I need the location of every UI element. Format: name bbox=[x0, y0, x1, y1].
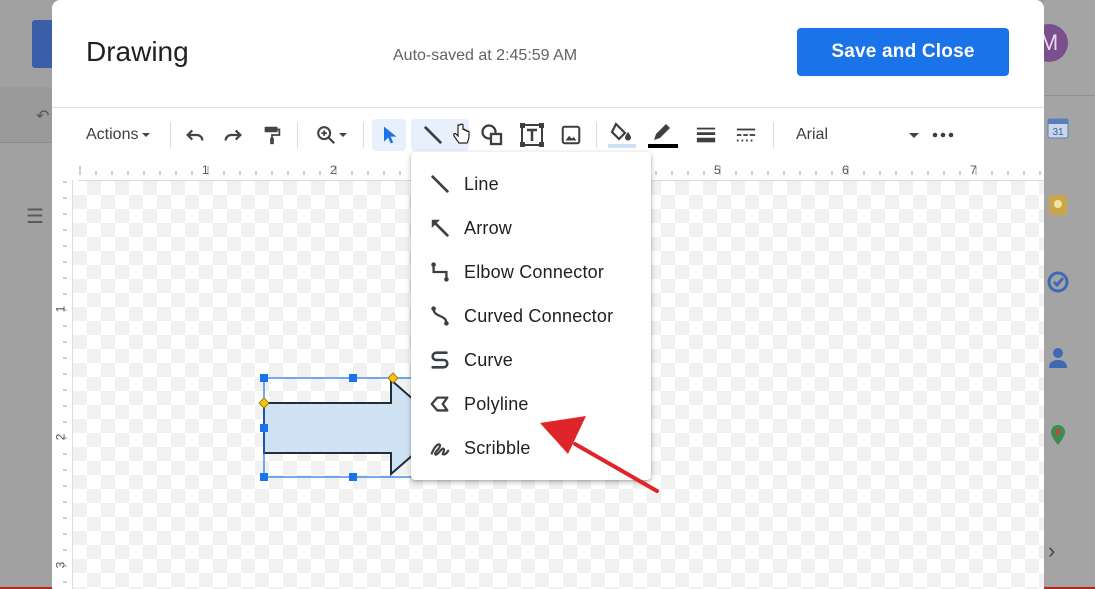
fill-color-icon bbox=[608, 122, 636, 148]
toolbar-separator bbox=[773, 122, 774, 148]
dialog-title: Drawing bbox=[86, 36, 189, 67]
zoom-icon bbox=[317, 126, 336, 145]
redo-icon bbox=[224, 129, 242, 141]
curved-connector-icon bbox=[428, 304, 452, 328]
resize-handle[interactable] bbox=[260, 473, 268, 481]
menu-item-label: Curve bbox=[464, 349, 514, 370]
docs-logo-icon bbox=[32, 20, 54, 68]
menu-item-label: Arrow bbox=[464, 217, 513, 238]
tasks-icon[interactable] bbox=[1046, 270, 1070, 294]
actions-label: Actions bbox=[86, 126, 139, 143]
more-options-button[interactable] bbox=[928, 119, 958, 151]
border-weight-button[interactable] bbox=[690, 119, 722, 151]
resize-handle[interactable] bbox=[260, 374, 268, 382]
border-dash-icon bbox=[736, 128, 756, 142]
select-cursor-icon bbox=[384, 126, 397, 144]
side-panel-divider bbox=[1044, 95, 1095, 96]
adjust-handle[interactable] bbox=[387, 372, 399, 384]
shape-icon bbox=[481, 124, 503, 146]
select-tool-button[interactable] bbox=[372, 119, 406, 151]
border-color-icon bbox=[648, 124, 678, 148]
resize-handle[interactable] bbox=[349, 374, 357, 382]
menu-item-scribble[interactable]: Scribble bbox=[411, 428, 651, 468]
caret-down-icon bbox=[142, 133, 151, 137]
menu-item-line[interactable]: Line bbox=[411, 164, 651, 204]
border-dash-button[interactable] bbox=[730, 119, 762, 151]
toolbar-separator bbox=[596, 122, 597, 148]
calendar-icon[interactable]: 31 bbox=[1046, 116, 1070, 140]
ruler-ticks bbox=[63, 181, 67, 583]
border-weight-icon bbox=[696, 127, 716, 143]
menu-item-label: Elbow Connector bbox=[464, 261, 605, 282]
menu-item-arrow[interactable]: Arrow bbox=[411, 208, 651, 248]
ruler-number: 2 bbox=[53, 433, 68, 441]
hand-cursor-icon bbox=[450, 119, 472, 151]
paint-format-icon bbox=[264, 126, 281, 145]
ruler-number: 2 bbox=[330, 163, 337, 177]
menu-item-curved-connector[interactable]: Curved Connector bbox=[411, 296, 651, 336]
menu-item-polyline[interactable]: Polyline bbox=[411, 384, 651, 424]
maps-icon[interactable] bbox=[1046, 423, 1070, 447]
resize-handle[interactable] bbox=[349, 473, 357, 481]
arrow-icon bbox=[428, 216, 452, 240]
fill-color-button[interactable] bbox=[606, 119, 638, 151]
undo-button[interactable] bbox=[180, 119, 210, 151]
save-and-close-button[interactable]: Save and Close bbox=[797, 28, 1009, 76]
line-icon bbox=[428, 172, 452, 196]
text-box-button[interactable] bbox=[515, 119, 549, 151]
undo-icon bbox=[186, 129, 204, 141]
image-icon bbox=[561, 125, 581, 145]
caret-down-icon bbox=[909, 133, 919, 138]
ruler-number: 6 bbox=[842, 163, 849, 177]
menu-item-elbow-connector[interactable]: Elbow Connector bbox=[411, 252, 651, 292]
keep-icon[interactable] bbox=[1046, 193, 1070, 217]
menu-item-label: Line bbox=[464, 173, 499, 194]
autosave-status: Auto-saved at 2:45:59 AM bbox=[393, 47, 578, 64]
actions-menu-button[interactable]: Actions bbox=[86, 119, 160, 151]
toolbar-separator bbox=[297, 122, 298, 148]
shape-tool-button[interactable] bbox=[476, 119, 508, 151]
line-tool-menu: Line Arrow Elbow Connector Curved Connec… bbox=[411, 152, 651, 480]
scribble-icon bbox=[428, 436, 452, 460]
border-color-button[interactable] bbox=[646, 119, 680, 151]
line-icon bbox=[424, 126, 442, 144]
menu-item-label: Polyline bbox=[464, 393, 529, 414]
toolbar-separator bbox=[363, 122, 364, 148]
ruler-vertical: 1 2 3 bbox=[52, 180, 73, 589]
polyline-icon bbox=[428, 392, 452, 416]
ruler-number: 3 bbox=[53, 561, 68, 569]
docs-side-panel bbox=[1044, 0, 1095, 589]
contacts-icon[interactable] bbox=[1046, 346, 1070, 370]
ruler-number: 1 bbox=[53, 305, 68, 313]
ruler-number: 5 bbox=[714, 163, 721, 177]
ruler-number: 7 bbox=[970, 163, 977, 177]
menu-item-label: Scribble bbox=[464, 437, 531, 458]
zoom-button[interactable] bbox=[308, 119, 356, 151]
caret-down-icon bbox=[339, 133, 347, 137]
calendar-day: 31 bbox=[1052, 127, 1064, 138]
image-button[interactable] bbox=[555, 119, 587, 151]
curve-icon bbox=[428, 348, 452, 372]
ruler-corner bbox=[52, 160, 78, 180]
font-select[interactable]: Arial bbox=[796, 119, 920, 151]
menu-item-label: Curved Connector bbox=[464, 305, 614, 326]
resize-handle[interactable] bbox=[260, 424, 268, 432]
more-horizontal-icon bbox=[932, 132, 954, 138]
paint-format-button[interactable] bbox=[256, 119, 288, 151]
toolbar-separator bbox=[170, 122, 171, 148]
undo-bg-icon: ↶ bbox=[36, 108, 50, 125]
chevron-right-icon[interactable]: › bbox=[1048, 538, 1055, 564]
text-box-icon bbox=[520, 123, 544, 147]
docs-left-area bbox=[0, 0, 52, 589]
elbow-connector-icon bbox=[428, 260, 452, 284]
menu-item-curve[interactable]: Curve bbox=[411, 340, 651, 380]
font-name: Arial bbox=[796, 126, 829, 143]
ruler-number: 1 bbox=[202, 163, 209, 177]
document-outline-icon: ☰ bbox=[26, 206, 44, 228]
redo-button[interactable] bbox=[218, 119, 248, 151]
